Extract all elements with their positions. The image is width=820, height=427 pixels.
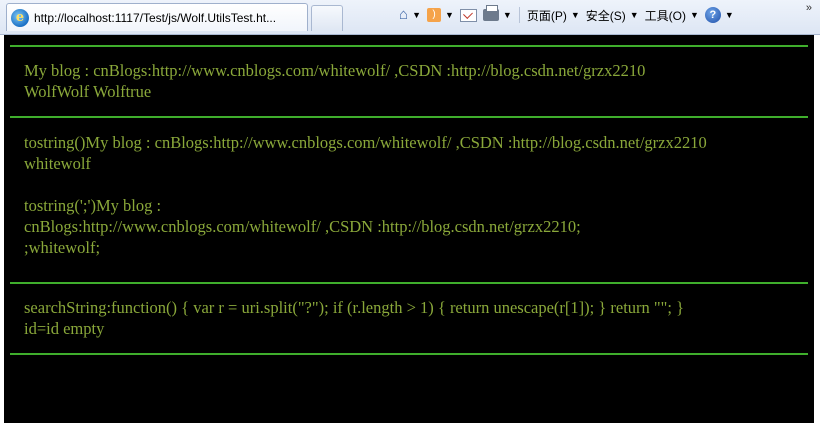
home-button[interactable]: ⌂ ▼ xyxy=(396,4,424,26)
output-line: id=id empty xyxy=(24,319,105,338)
page-menu[interactable]: 页面(P) ▼ xyxy=(524,4,583,26)
horizontal-rule xyxy=(10,45,808,47)
window-frame-right xyxy=(814,35,820,427)
horizontal-rule xyxy=(10,353,808,355)
chevron-down-icon[interactable]: ▼ xyxy=(445,10,454,20)
chevron-down-icon: ▼ xyxy=(629,10,639,20)
mail-icon xyxy=(459,8,477,22)
chevron-down-icon[interactable]: ▼ xyxy=(503,10,512,20)
horizontal-rule xyxy=(10,116,808,118)
output-line: tostring(';')My blog : xyxy=(24,196,162,215)
horizontal-rule xyxy=(10,282,808,284)
printer-icon xyxy=(482,5,499,21)
feeds-button[interactable]: ) ▼ xyxy=(424,4,457,26)
output-line: tostring()My blog : cnBlogs:http://www.c… xyxy=(24,133,707,152)
output-section-2: tostring()My blog : cnBlogs:http://www.c… xyxy=(24,132,804,258)
safety-menu[interactable]: 安全(S) ▼ xyxy=(583,4,642,26)
output-line: WolfWolf Wolftrue xyxy=(24,82,152,101)
browser-tab[interactable]: e http://localhost:1117/Test/js/Wolf.Uti… xyxy=(6,3,308,31)
tools-menu-label: 工具(O) xyxy=(644,8,686,23)
toolbar-divider xyxy=(518,7,520,23)
output-section-3: searchString:function() { var r = uri.sp… xyxy=(24,297,804,339)
output-line: cnBlogs:http://www.cnblogs.com/whitewolf… xyxy=(24,217,581,236)
mail-button[interactable] xyxy=(457,4,480,26)
window-frame-bottom xyxy=(0,423,820,427)
tab-title: http://localhost:1117/Test/js/Wolf.Utils… xyxy=(34,10,277,25)
home-icon: ⌂ xyxy=(399,6,409,23)
chevron-down-icon: ▼ xyxy=(570,10,580,20)
output-section-1: My blog : cnBlogs:http://www.cnblogs.com… xyxy=(24,60,804,102)
print-button[interactable]: ▼ xyxy=(480,4,515,26)
safety-menu-label: 安全(S) xyxy=(585,8,626,23)
page-menu-label: 页面(P) xyxy=(526,8,567,23)
chevron-down-icon: ▼ xyxy=(690,10,699,20)
help-menu[interactable]: ? ▼ xyxy=(702,4,737,26)
output-line: My blog : cnBlogs:http://www.cnblogs.com… xyxy=(24,61,646,80)
chevron-down-icon[interactable]: ▼ xyxy=(412,10,421,20)
new-tab-button[interactable] xyxy=(311,5,343,31)
output-line: searchString:function() { var r = uri.sp… xyxy=(24,298,685,317)
help-icon: ? xyxy=(704,7,721,23)
toolbar-overflow-button[interactable]: » xyxy=(806,2,812,14)
chevron-down-icon: ▼ xyxy=(724,10,734,20)
command-bar: ⌂ ▼ ) ▼ ▼ 页面(P) ▼ 安全(S) ▼ 工具(O) ▼ ? ▼ xyxy=(396,4,737,26)
ie-favicon-icon: e xyxy=(11,8,29,27)
browser-toolbar: e http://localhost:1117/Test/js/Wolf.Uti… xyxy=(0,0,820,35)
output-line: whitewolf xyxy=(24,154,91,173)
rss-feed-icon: ) xyxy=(426,8,441,22)
page-content: My blog : cnBlogs:http://www.cnblogs.com… xyxy=(4,35,814,423)
tools-menu[interactable]: 工具(O) ▼ xyxy=(642,4,702,26)
output-line: ;whitewolf; xyxy=(24,238,101,257)
